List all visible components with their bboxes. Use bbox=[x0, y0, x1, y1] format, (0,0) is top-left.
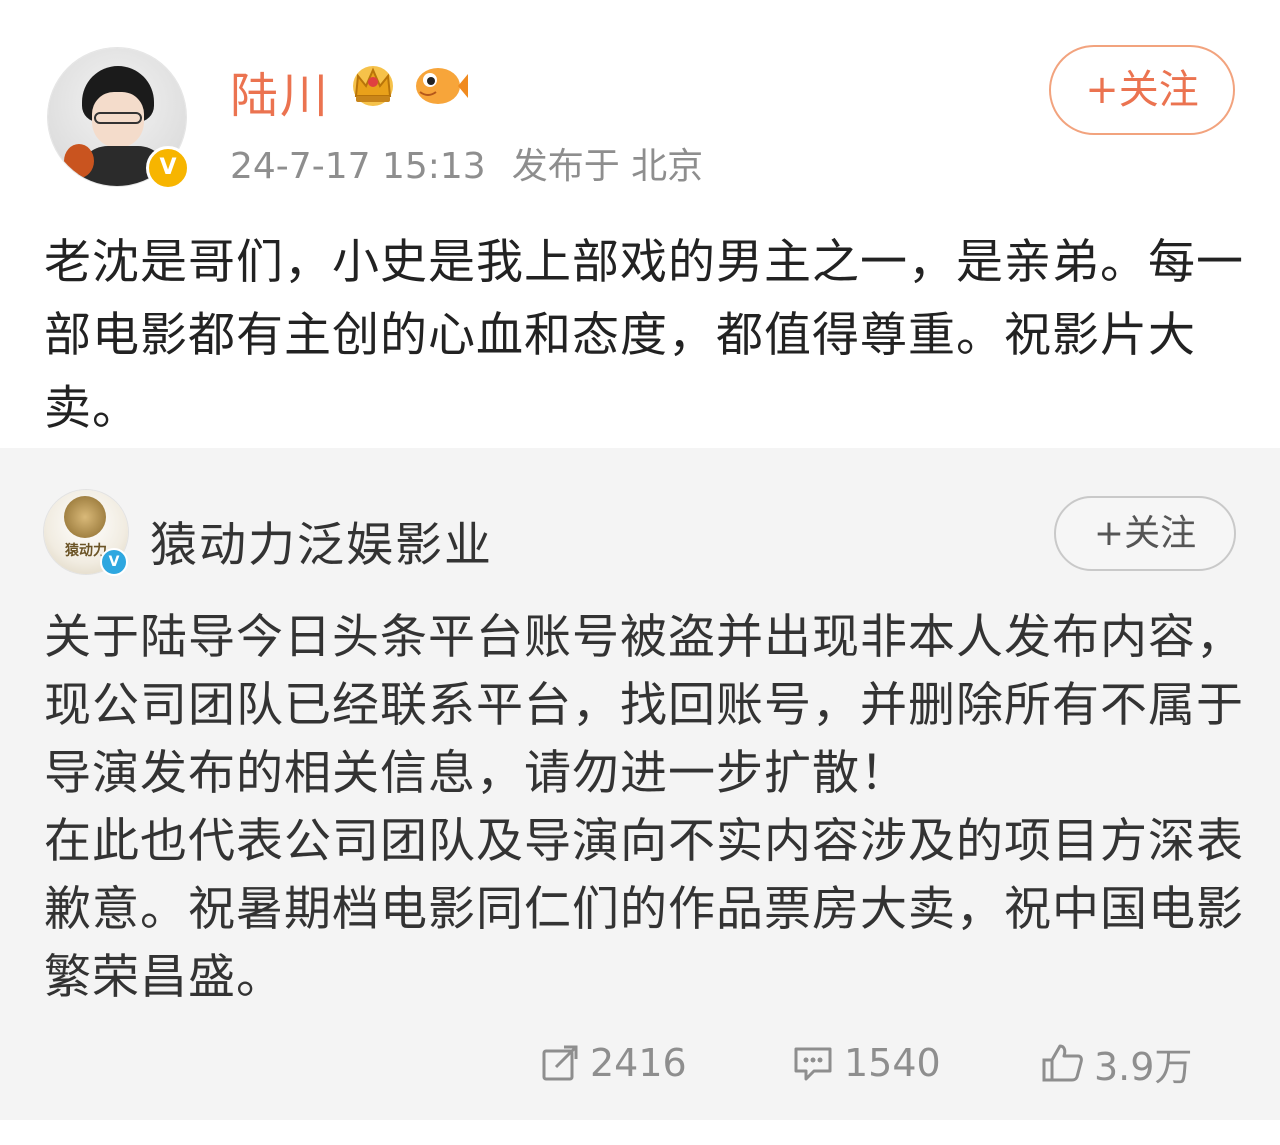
weibo-post: V 陆川 24-7-17 15:13 发布于 北京 +关注 老沈是哥们，小史是我上… bbox=[0, 0, 1280, 448]
verified-blue-icon: V bbox=[100, 548, 128, 576]
comment-button[interactable]: 1540 bbox=[792, 1033, 941, 1093]
repost-follow-button[interactable]: +关注 bbox=[1054, 496, 1236, 571]
follow-button[interactable]: +关注 bbox=[1049, 45, 1235, 135]
post-body-text: 老沈是哥们，小史是我上部戏的男主之一，是亲弟。每一部电影都有主创的心血和态度，都… bbox=[44, 235, 1244, 436]
share-button[interactable]: 2416 bbox=[540, 1033, 687, 1093]
share-icon bbox=[542, 1045, 578, 1081]
verified-badge-icon: V bbox=[146, 146, 190, 190]
avatar-doll bbox=[64, 144, 94, 178]
post-username[interactable]: 陆川 bbox=[230, 56, 330, 126]
repost-body-text: 关于陆导今日头条平台账号被盗并出现非本人发布内容，现公司团队已经联系平台，找回账… bbox=[44, 604, 1254, 1012]
repost-paragraph: 关于陆导今日头条平台账号被盗并出现非本人发布内容，现公司团队已经联系平台，找回账… bbox=[44, 610, 1244, 801]
post-location: 发布于 北京 bbox=[511, 146, 704, 187]
repost-username[interactable]: 猿动力泛娱影业 bbox=[150, 506, 493, 575]
repost-paragraph: 在此也代表公司团队及导演向不实内容涉及的项目方深表歉意。祝暑期档电影同仁们的作品… bbox=[44, 814, 1244, 1005]
retweeted-post-card[interactable]: 猿动力 V 猿动力泛娱影业 +关注 关于陆导今日头条平台账号被盗并出现非本人发布… bbox=[0, 448, 1280, 1120]
comment-count: 1540 bbox=[844, 1041, 941, 1085]
avatar-glasses bbox=[94, 112, 142, 124]
thumbs-up-icon bbox=[1042, 1044, 1083, 1082]
comment-icon bbox=[794, 1047, 832, 1081]
post-timestamp: 24-7-17 15:13 bbox=[230, 146, 486, 187]
action-bar: 2416 1540 3.9万 bbox=[0, 1033, 1280, 1093]
like-button[interactable]: 3.9万 bbox=[1040, 1033, 1192, 1093]
share-count: 2416 bbox=[590, 1041, 687, 1085]
like-count: 3.9万 bbox=[1094, 1044, 1193, 1089]
avatar-logo-coin bbox=[64, 496, 106, 538]
post-meta: 24-7-17 15:13 发布于 北京 bbox=[230, 137, 703, 189]
fish-icon[interactable] bbox=[410, 60, 468, 108]
crown-icon[interactable] bbox=[346, 60, 400, 108]
